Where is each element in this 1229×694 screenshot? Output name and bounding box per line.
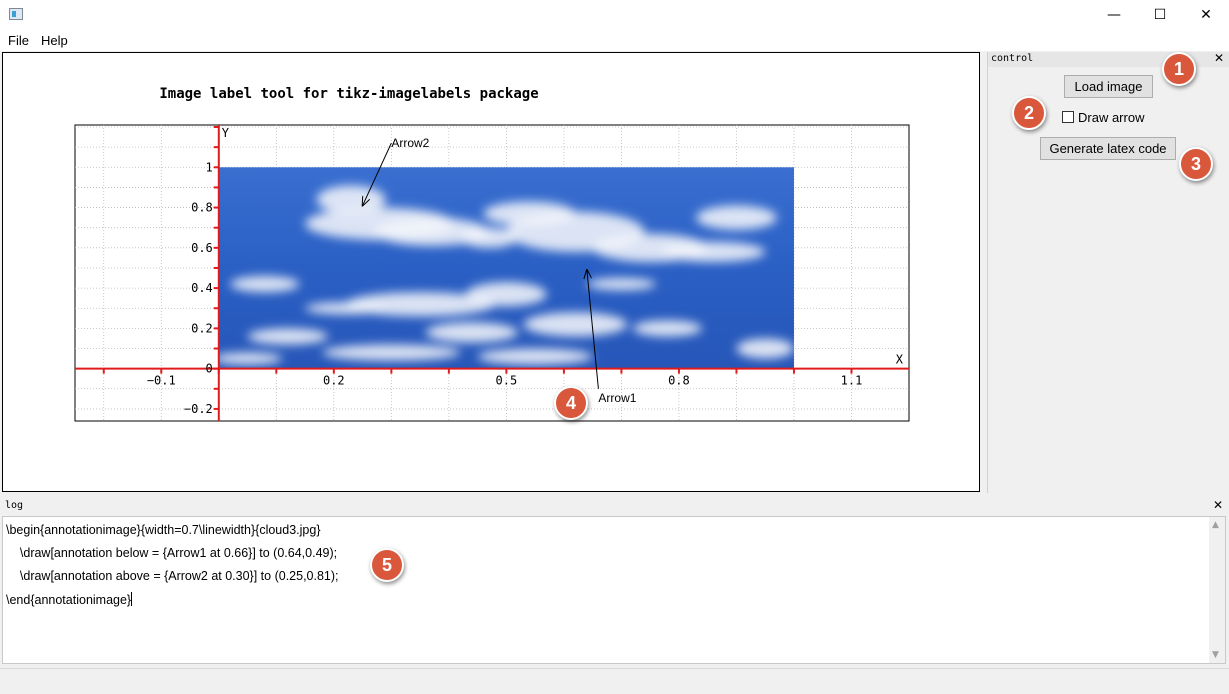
annotation-label-1: Arrow1 (598, 391, 636, 405)
cloud (696, 205, 777, 230)
cloud (523, 312, 628, 337)
log-line-text: \end{annotationimage} (6, 593, 132, 607)
callout-badge-1: 1 (1162, 52, 1196, 86)
window-titlebar: — ☐ ✕ (0, 0, 1229, 30)
chart-title: Image label tool for tikz-imagelabels pa… (159, 86, 538, 102)
y-tick-label: 1 (206, 160, 213, 174)
log-text-area[interactable]: \begin{annotationimage}{width=0.7\linewi… (2, 516, 1226, 664)
cloud (477, 348, 593, 365)
cloud (425, 322, 518, 343)
y-tick-label: 0.4 (191, 281, 213, 295)
status-bar (0, 668, 1229, 694)
callout-badge-3: 3 (1179, 147, 1213, 181)
log-dock-header: log ✕ (0, 498, 1229, 515)
control-dock-close-icon[interactable]: ✕ (1214, 51, 1224, 65)
callout-badge-2: 2 (1012, 96, 1046, 130)
control-dock-title: control (991, 53, 1034, 64)
scroll-up-icon[interactable]: ▲ (1212, 520, 1219, 530)
x-tick-label: 1.1 (841, 374, 863, 388)
cloud (632, 320, 702, 337)
text-cursor (131, 592, 133, 606)
cloud (322, 344, 461, 361)
log-line: \begin{annotationimage}{width=0.7\linewi… (6, 523, 321, 537)
log-scrollbar[interactable]: ▲ ▼ (1209, 517, 1225, 663)
draw-arrow-label[interactable]: Draw arrow (1078, 110, 1144, 125)
log-dock-title: log (5, 500, 24, 511)
scroll-down-icon[interactable]: ▼ (1212, 650, 1219, 660)
y-tick-label: 0.6 (191, 241, 213, 255)
y-tick-label: 0.2 (191, 321, 213, 335)
draw-arrow-checkbox[interactable] (1062, 111, 1074, 123)
menu-file[interactable]: File (8, 33, 29, 48)
y-tick-label: 0 (206, 362, 213, 376)
annotation-label-2: Arrow2 (391, 136, 429, 150)
x-tick-label: 0.8 (668, 374, 690, 388)
cloud (586, 278, 656, 291)
close-window-button[interactable]: ✕ (1183, 0, 1229, 30)
x-tick-label: 0.5 (496, 374, 518, 388)
x-tick-label: 0.2 (323, 374, 345, 388)
log-line: \draw[annotation above = {Arrow2 at 0.30… (6, 569, 339, 583)
log-line: \draw[annotation below = {Arrow1 at 0.66… (6, 546, 338, 560)
y-tick-label: −0.2 (184, 402, 213, 416)
cloud (305, 302, 386, 315)
y-axis-label: Y (222, 126, 230, 140)
cloud (213, 352, 283, 365)
log-dock-close-icon[interactable]: ✕ (1213, 498, 1223, 512)
cloud (661, 241, 766, 262)
plot-svg: Image label tool for tikz-imagelabels pa… (74, 86, 910, 422)
x-tick-label: −0.1 (147, 374, 176, 388)
load-image-button[interactable]: Load image (1064, 75, 1153, 98)
minimize-button[interactable]: — (1091, 0, 1137, 30)
x-axis-label: X (896, 353, 904, 367)
generate-latex-code-button[interactable]: Generate latex code (1040, 137, 1176, 160)
cloud (247, 328, 329, 345)
menu-help[interactable]: Help (41, 33, 68, 48)
cloud (466, 282, 547, 307)
cloud (230, 276, 300, 293)
cloud (736, 338, 794, 359)
plot-canvas[interactable]: Image label tool for tikz-imagelabels pa… (2, 52, 980, 492)
callout-badge-4: 4 (554, 386, 588, 420)
log-line: \end{annotationimage} (6, 592, 133, 607)
app-icon (9, 8, 23, 20)
y-tick-label: 0.8 (191, 201, 213, 215)
maximize-button[interactable]: ☐ (1137, 0, 1183, 30)
log-dock: log ✕ \begin{annotationimage}{width=0.7\… (0, 498, 1229, 666)
callout-badge-5: 5 (370, 548, 404, 582)
menu-bar: File Help (0, 30, 1229, 51)
